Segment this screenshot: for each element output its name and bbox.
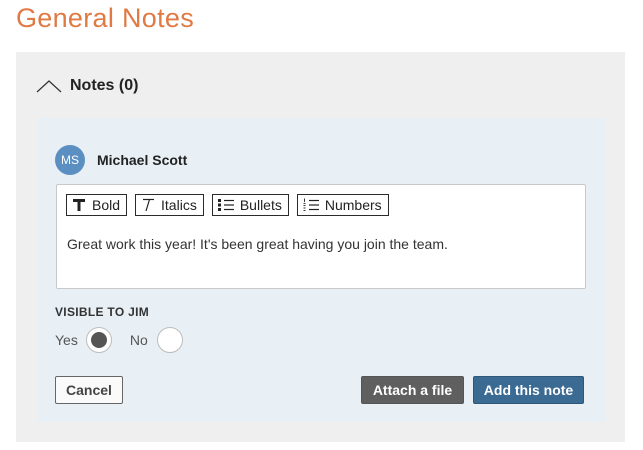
radio-selected-dot (90, 332, 107, 348)
visibility-options: Yes No (55, 327, 183, 353)
bold-button[interactable]: Bold (66, 194, 128, 216)
notes-toggle[interactable]: Notes (0) (36, 76, 138, 96)
bullet-list-icon (217, 199, 234, 211)
notes-title: Notes (0) (70, 77, 139, 94)
note-editor[interactable]: Bold Italics Bullets Numbers Great work … (56, 184, 586, 289)
radio-yes[interactable] (85, 327, 112, 353)
page-title: General Notes (16, 3, 194, 33)
numbers-button[interactable]: Numbers (296, 194, 389, 216)
chevron-up-icon (36, 80, 62, 93)
author-name: Michael Scott (97, 152, 188, 168)
bold-label: Bold (92, 197, 121, 213)
cancel-button[interactable]: Cancel (55, 376, 123, 404)
add-note-button[interactable]: Add this note (473, 376, 584, 404)
numbered-list-icon (303, 198, 319, 211)
italics-button[interactable]: Italics (135, 194, 204, 216)
bold-icon (73, 199, 85, 211)
italic-icon (143, 198, 155, 212)
note-text[interactable]: Great work this year! It's been great ha… (67, 236, 448, 252)
radio-no[interactable] (156, 327, 183, 353)
numbers-label: Numbers (324, 197, 382, 213)
note-author: MS Michael Scott (55, 145, 187, 175)
attach-file-button[interactable]: Attach a file (361, 376, 464, 404)
italics-label: Italics (161, 197, 197, 213)
note-compose-box: MS Michael Scott Bold Italics Bullets Nu… (37, 118, 605, 422)
avatar: MS (55, 145, 85, 175)
format-toolbar: Bold Italics Bullets Numbers (66, 194, 397, 216)
bullets-button[interactable]: Bullets (211, 194, 289, 216)
radio-label-yes: Yes (55, 332, 78, 348)
visibility-label: VISIBLE TO JIM (55, 305, 149, 319)
notes-panel: Notes (0) MS Michael Scott Bold Italics … (16, 52, 625, 442)
bullets-label: Bullets (239, 197, 282, 213)
radio-label-no: No (129, 332, 148, 348)
note-actions: Cancel Attach a file Add this note (55, 376, 585, 404)
